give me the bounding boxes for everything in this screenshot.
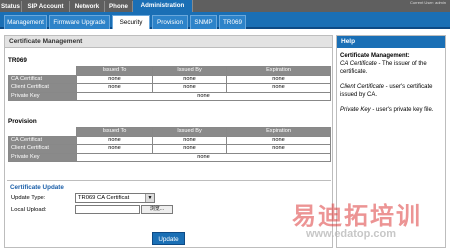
local-upload-label: Local Upload: <box>11 207 47 213</box>
help-term: Client Certificate <box>340 84 385 90</box>
col-issued-by: Issued By <box>152 127 227 137</box>
row-label: Private Key <box>8 91 77 102</box>
subtab-tr069[interactable]: TR069 <box>219 15 246 29</box>
help-term: CA Certificate <box>340 61 377 67</box>
panel-title: Certificate Management <box>5 36 332 48</box>
row-label: Private Key <box>8 152 77 163</box>
top-nav: Status SIP Account Network Phone Adminis… <box>0 0 450 12</box>
help-panel: Help Certificate Management: CA Certific… <box>336 35 446 248</box>
row-label: CA Certificat <box>8 135 77 146</box>
table-row: Private Key none <box>8 152 331 163</box>
cell-issued-by: none <box>152 144 227 154</box>
cell-private-key: none <box>76 152 331 163</box>
certificate-management-panel: Certificate Management TR069 Issued To I… <box>4 35 333 248</box>
help-item-client: Client Certificate - user's certificate … <box>340 83 444 99</box>
cell-issued-to: none <box>76 144 153 154</box>
col-expiration: Expiration <box>226 66 331 76</box>
tab-sip-account[interactable]: SIP Account <box>22 1 70 12</box>
cell-issued-by: none <box>152 135 227 146</box>
cell-issued-by: none <box>152 83 227 93</box>
provision-section-title: Provision <box>8 118 37 125</box>
cell-expiration: none <box>226 135 331 146</box>
help-desc: - user's private key file. <box>370 107 434 113</box>
subtab-security[interactable]: Security <box>112 15 150 29</box>
cell-private-key: none <box>76 91 331 102</box>
table-row: CA Certificat none none none <box>8 74 331 85</box>
tab-status[interactable]: Status <box>0 1 22 12</box>
update-button[interactable]: Update <box>152 232 185 245</box>
help-title: Help <box>337 36 445 48</box>
row-label: CA Certificat <box>8 74 77 85</box>
col-expiration: Expiration <box>226 127 331 137</box>
help-item-ca: CA Certificate - The issuer of the certi… <box>340 60 444 76</box>
col-issued-by: Issued By <box>152 66 227 76</box>
col-issued-to: Issued To <box>76 66 153 76</box>
row-label: Client Certificat <box>8 83 77 93</box>
cell-issued-to: none <box>76 74 153 85</box>
cell-expiration: none <box>226 83 331 93</box>
update-type-label: Update Type: <box>11 195 46 201</box>
help-term: Private Key <box>340 107 371 113</box>
help-body: Certificate Management: CA Certificate -… <box>340 52 444 121</box>
table-row: Client Certificat none none none <box>8 144 331 154</box>
subtab-management[interactable]: Management <box>4 15 47 29</box>
tr069-section-title: TR069 <box>8 57 27 64</box>
cell-issued-to: none <box>76 83 153 93</box>
table-corner <box>8 127 77 137</box>
table-row: CA Certificat none none none <box>8 135 331 146</box>
col-issued-to: Issued To <box>76 127 153 137</box>
subtab-firmware-upgrade[interactable]: Firmware Upgrade <box>49 15 110 29</box>
browse-button[interactable]: 浏览... <box>141 205 173 214</box>
chevron-down-icon: ▼ <box>145 194 154 202</box>
table-corner <box>8 66 77 76</box>
table-row: Private Key none <box>8 91 331 102</box>
subtab-provision[interactable]: Provision <box>152 15 188 29</box>
table-row: Client Certificat none none none <box>8 83 331 93</box>
tab-network[interactable]: Network <box>70 1 105 12</box>
cell-expiration: none <box>226 74 331 85</box>
tr069-cert-table: Issued To Issued By Expiration CA Certif… <box>8 66 331 102</box>
certificate-update-title: Certificate Update <box>10 184 64 191</box>
cell-issued-by: none <box>152 74 227 85</box>
help-item-private-key: Private Key - user's private key file. <box>340 106 444 114</box>
cell-issued-to: none <box>76 135 153 146</box>
update-type-select[interactable]: TR069 CA Certificat ▼ <box>75 193 155 203</box>
provision-cert-table: Issued To Issued By Expiration CA Certif… <box>8 127 331 163</box>
local-upload-file-input[interactable] <box>75 205 140 214</box>
help-heading: Certificate Management: <box>340 53 410 59</box>
row-label: Client Certificat <box>8 144 77 154</box>
update-type-value: TR069 CA Certificat <box>78 195 130 201</box>
cell-expiration: none <box>226 144 331 154</box>
tab-administration[interactable]: Administration <box>133 0 193 12</box>
tab-phone[interactable]: Phone <box>105 1 133 12</box>
subtab-snmp[interactable]: SNMP <box>190 15 217 29</box>
sub-nav: Management Firmware Upgrade Security Pro… <box>0 12 450 29</box>
current-user-text: Current User: admin <box>409 0 446 5</box>
